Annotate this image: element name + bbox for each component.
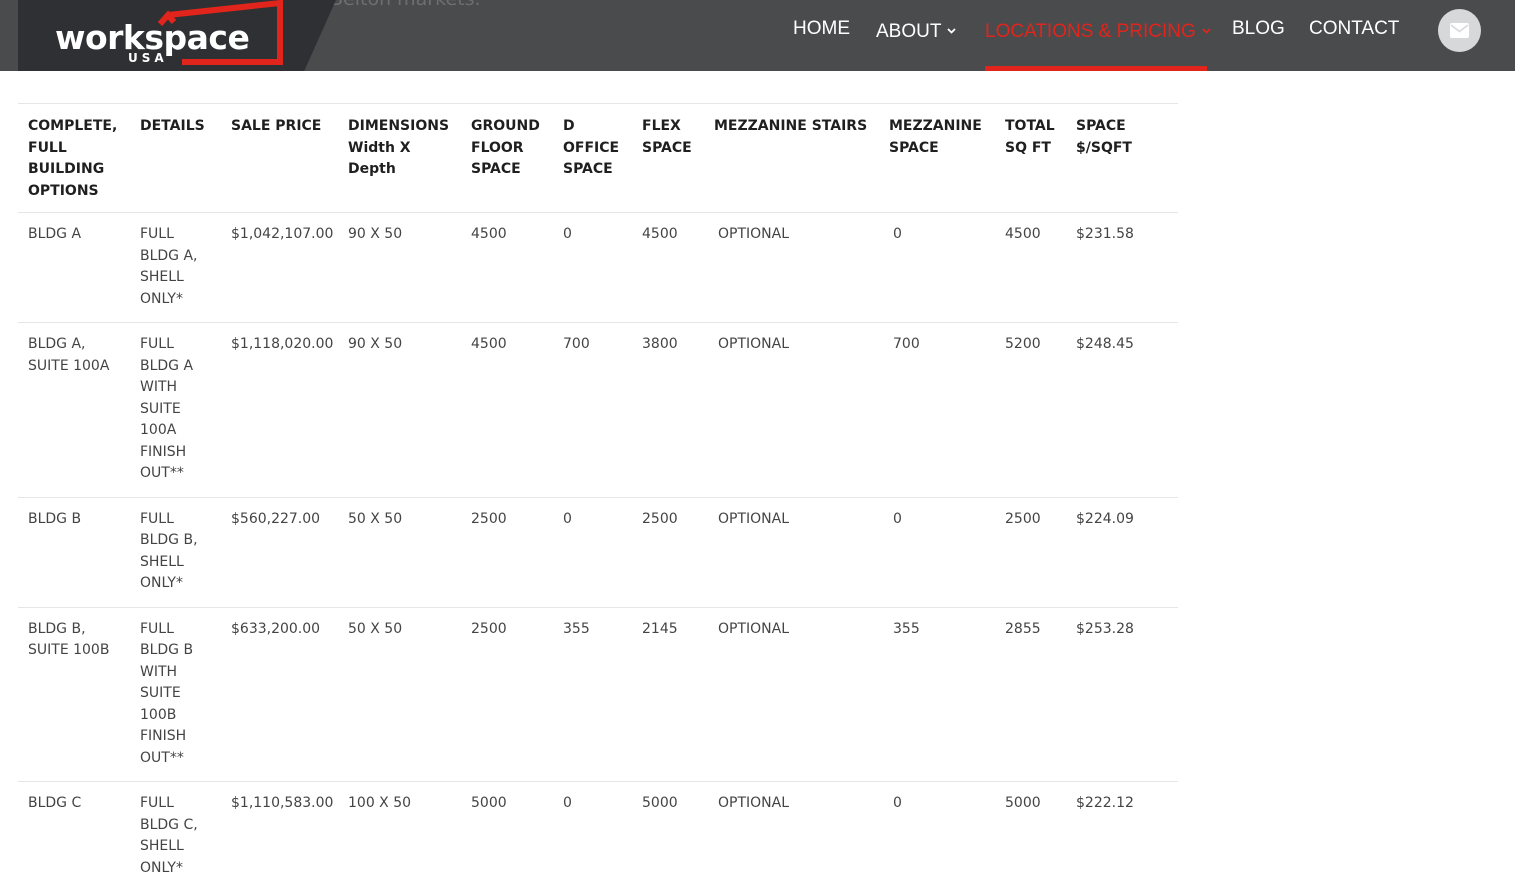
column-header: DIMENSIONS Width X Depth [338, 103, 461, 213]
table-cell: BLDG B [18, 497, 130, 608]
table-cell: 700 [553, 322, 632, 498]
table-cell: OPTIONAL [704, 607, 879, 782]
column-header: MEZZANINE STAIRS [704, 103, 879, 213]
table-cell: BLDG A, SUITE 100A [18, 322, 130, 498]
table-cell: 700 [879, 322, 995, 498]
column-header: D OFFICE SPACE [553, 103, 632, 213]
table-cell: 5000 [461, 781, 553, 875]
table-cell: 4500 [461, 212, 553, 323]
table-cell: $224.09 [1066, 497, 1178, 608]
table-cell: BLDG C [18, 781, 130, 875]
column-header: GROUND FLOOR SPACE [461, 103, 553, 213]
table-cell: 4500 [995, 212, 1066, 323]
table-cell: BLDG B, SUITE 100B [18, 607, 130, 782]
table-cell: 355 [879, 607, 995, 782]
table-cell: 2500 [461, 497, 553, 608]
table-cell: 0 [553, 781, 632, 875]
table-cell: OPTIONAL [704, 212, 879, 323]
table-cell: 0 [553, 212, 632, 323]
table-cell: 2855 [995, 607, 1066, 782]
column-header: SPACE $/SQFT [1066, 103, 1178, 213]
column-header: MEZZANINE SPACE [879, 103, 995, 213]
table-cell: BLDG A [18, 212, 130, 323]
table-cell: $253.28 [1066, 607, 1178, 782]
column-header: FLEX SPACE [632, 103, 704, 213]
table-cell: $1,042,107.00 [221, 212, 338, 323]
column-header: SALE PRICE [221, 103, 338, 213]
table-cell: FULL BLDG C, SHELL ONLY* [130, 781, 221, 875]
nav-blog-label: BLOG [1232, 18, 1285, 39]
nav-locations-pricing-label: LOCATIONS & PRICING [985, 21, 1196, 42]
table-cell: 5000 [995, 781, 1066, 875]
table-cell: 90 X 50 [338, 322, 461, 498]
table-row: BLDG B FULL BLDG B, SHELL ONLY* $560,227… [18, 497, 1178, 608]
table-cell: $633,200.00 [221, 607, 338, 782]
table-cell: 2500 [632, 497, 704, 608]
active-nav-indicator [985, 66, 1207, 71]
nav-about-label: ABOUT [876, 21, 942, 42]
table-cell: 5200 [995, 322, 1066, 498]
table-row: BLDG B, SUITE 100B FULL BLDG B WITH SUIT… [18, 607, 1178, 782]
table-cell: 2145 [632, 607, 704, 782]
table-cell: 2500 [461, 607, 553, 782]
table-row: BLDG A, SUITE 100A FULL BLDG A WITH SUIT… [18, 322, 1178, 498]
table-cell: 100 X 50 [338, 781, 461, 875]
table-cell: 2500 [995, 497, 1066, 608]
table-cell: 5000 [632, 781, 704, 875]
table-cell: FULL BLDG A, SHELL ONLY* [130, 212, 221, 323]
pricing-table: COMPLETE, FULL BUILDING OPTIONS DETAILS … [18, 103, 1178, 875]
table-header-row: COMPLETE, FULL BUILDING OPTIONS DETAILS … [18, 103, 1178, 213]
table-cell: 50 X 50 [338, 497, 461, 608]
table-cell: 0 [553, 497, 632, 608]
site-header: Belton markets. workspace USA HOME ABOUT… [0, 0, 1515, 71]
column-header: DETAILS [130, 103, 221, 213]
logo-subtext: USA [128, 51, 168, 65]
table-cell: FULL BLDG B, SHELL ONLY* [130, 497, 221, 608]
table-cell: OPTIONAL [704, 781, 879, 875]
table-cell: 3800 [632, 322, 704, 498]
column-header: TOTAL SQ FT [995, 103, 1066, 213]
table-cell: FULL BLDG A WITH SUITE 100A FINISH OUT** [130, 322, 221, 498]
table-cell: $231.58 [1066, 212, 1178, 323]
table-cell: FULL BLDG B WITH SUITE 100B FINISH OUT** [130, 607, 221, 782]
nav-contact-label: CONTACT [1309, 18, 1400, 39]
nav-locations-pricing[interactable]: LOCATIONS & PRICING [985, 18, 1211, 42]
table-row: BLDG A FULL BLDG A, SHELL ONLY* $1,042,1… [18, 212, 1178, 323]
table-cell: OPTIONAL [704, 322, 879, 498]
nav-home-label: HOME [793, 18, 850, 39]
table-row: BLDG C FULL BLDG C, SHELL ONLY* $1,110,5… [18, 781, 1178, 875]
chevron-down-icon [1202, 18, 1211, 40]
table-cell: 4500 [461, 322, 553, 498]
table-cell: 0 [879, 497, 995, 608]
table-cell: 355 [553, 607, 632, 782]
chevron-down-icon [947, 18, 957, 40]
email-button[interactable] [1438, 9, 1481, 52]
table-cell: 90 X 50 [338, 212, 461, 323]
table-cell: $560,227.00 [221, 497, 338, 608]
table-cell: $248.45 [1066, 322, 1178, 498]
background-text: Belton markets. [330, 0, 481, 10]
column-header: COMPLETE, FULL BUILDING OPTIONS [18, 103, 130, 213]
nav-about[interactable]: ABOUT [876, 18, 957, 42]
table-cell: 50 X 50 [338, 607, 461, 782]
table-cell: $1,118,020.00 [221, 322, 338, 498]
nav-blog[interactable]: BLOG [1232, 18, 1285, 40]
nav-home[interactable]: HOME [793, 18, 850, 40]
table-cell: $222.12 [1066, 781, 1178, 875]
table-cell: 4500 [632, 212, 704, 323]
envelope-icon [1450, 23, 1469, 38]
table-cell: $1,110,583.00 [221, 781, 338, 875]
table-cell: 0 [879, 781, 995, 875]
nav-contact[interactable]: CONTACT [1309, 18, 1399, 40]
table-cell: 0 [879, 212, 995, 323]
table-cell: OPTIONAL [704, 497, 879, 608]
